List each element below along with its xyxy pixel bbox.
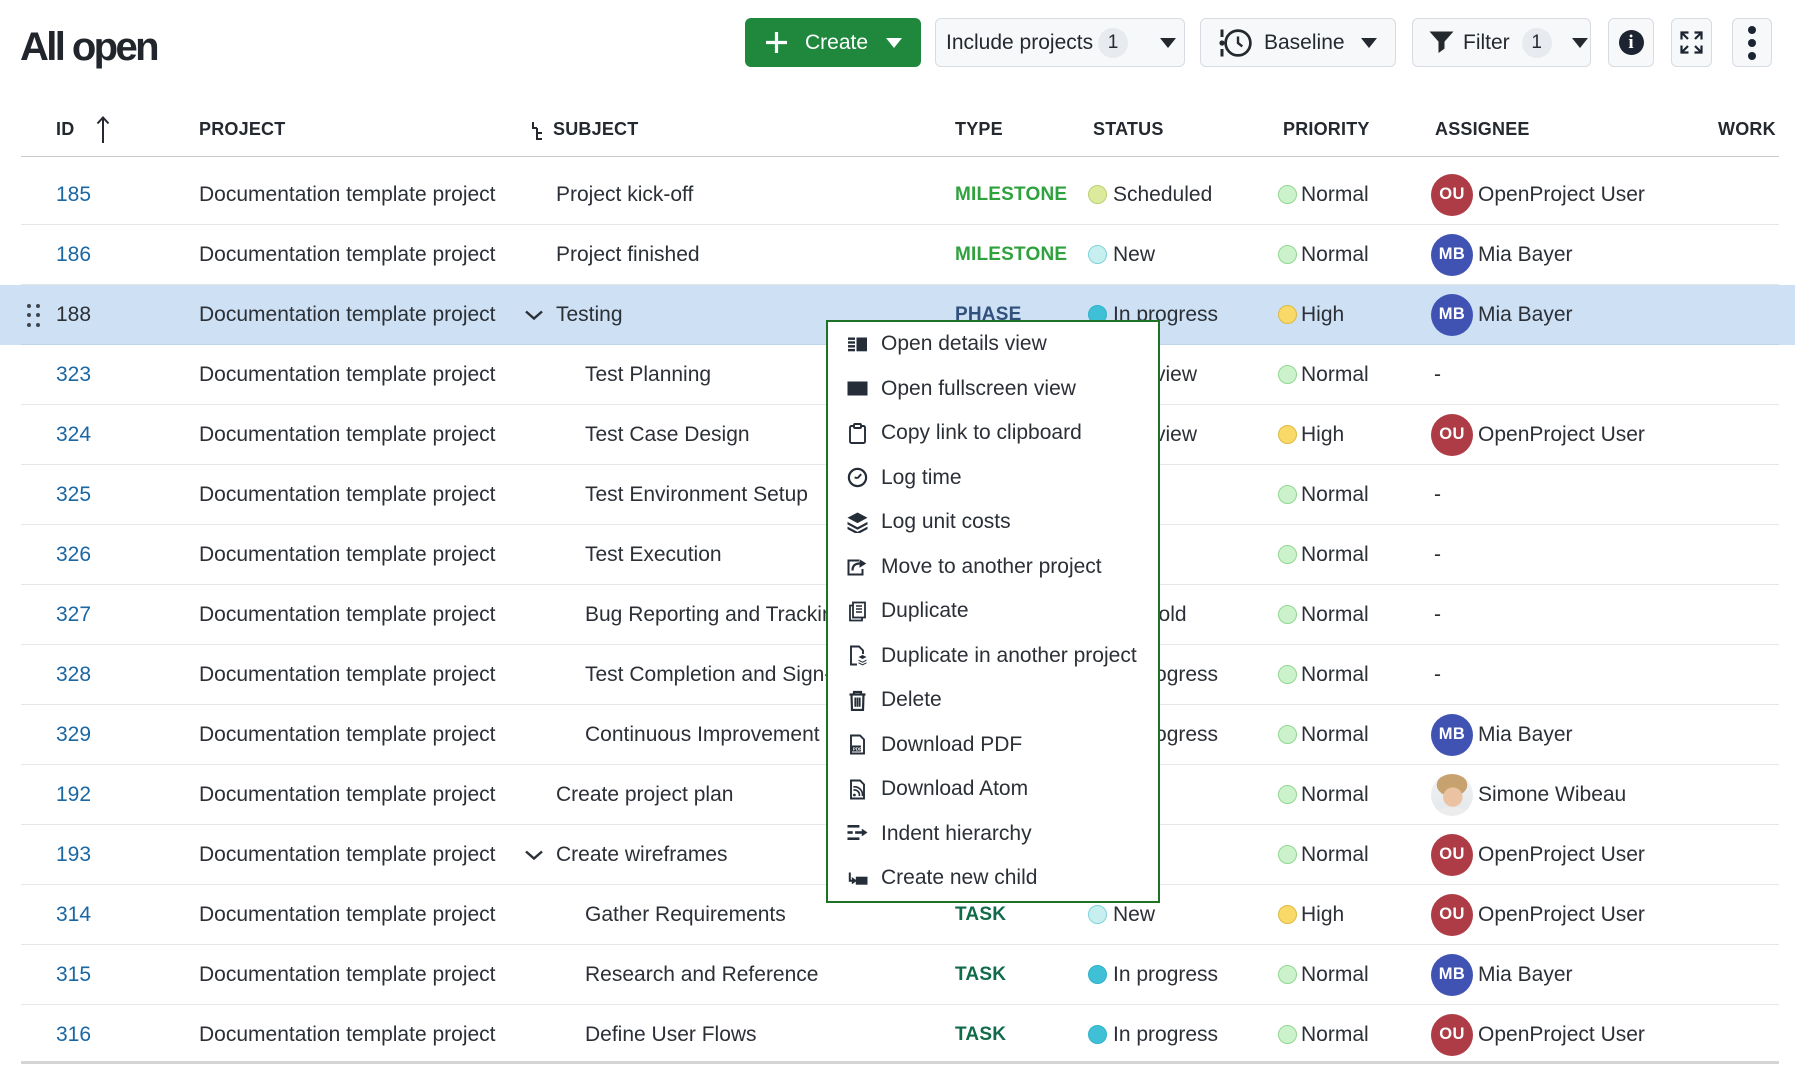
svg-text:PDF: PDF <box>853 747 862 752</box>
